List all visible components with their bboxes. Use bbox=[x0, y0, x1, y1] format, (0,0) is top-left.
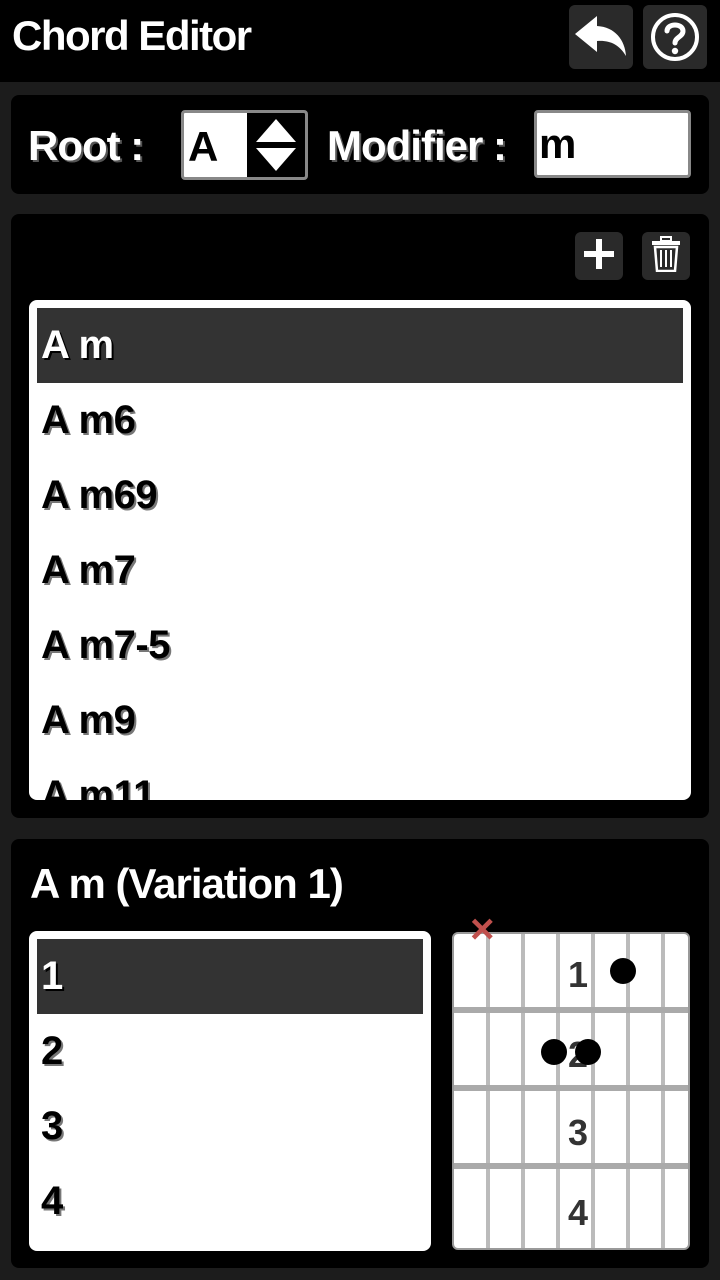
list-item[interactable]: A m11 bbox=[37, 758, 683, 800]
list-item[interactable]: 4 bbox=[37, 1164, 423, 1239]
spinner-arrows-icon[interactable] bbox=[247, 113, 305, 177]
app-header: Chord Editor bbox=[0, 0, 720, 82]
list-item[interactable]: A m7 bbox=[37, 533, 683, 608]
trash-icon bbox=[651, 235, 681, 277]
root-value: A bbox=[188, 123, 219, 170]
list-item[interactable]: 1 bbox=[37, 939, 423, 1014]
list-item[interactable]: A m6 bbox=[37, 383, 683, 458]
variation-list[interactable]: 1 2 3 4 bbox=[29, 931, 431, 1251]
delete-chord-button[interactable] bbox=[642, 232, 690, 280]
muted-string-marker: × bbox=[470, 905, 495, 952]
modifier-label: Modifier : bbox=[327, 122, 507, 169]
plus-icon bbox=[582, 237, 616, 276]
list-item[interactable]: 3 bbox=[37, 1089, 423, 1164]
finger-dot bbox=[541, 1039, 567, 1065]
list-item[interactable]: A m9 bbox=[37, 683, 683, 758]
finger-overlay bbox=[541, 958, 636, 1065]
chord-list[interactable]: A m A m6 A m69 A m7 A m7-5 A m9 A m11 bbox=[29, 300, 691, 800]
finger-dot bbox=[575, 1039, 601, 1065]
undo-arrow-icon bbox=[573, 14, 629, 60]
list-item[interactable]: A m bbox=[37, 308, 683, 383]
add-chord-button[interactable] bbox=[575, 232, 623, 280]
fretboard-diagram[interactable]: 1 2 3 4 bbox=[452, 932, 690, 1250]
page-title: Chord Editor bbox=[12, 12, 252, 59]
root-label: Root : bbox=[28, 122, 144, 169]
modifier-input[interactable] bbox=[534, 110, 691, 178]
back-button[interactable] bbox=[569, 5, 633, 69]
variation-title: A m (Variation 1) bbox=[30, 860, 344, 907]
list-item[interactable]: A m69 bbox=[37, 458, 683, 533]
list-item[interactable]: A m7-5 bbox=[37, 608, 683, 683]
finger-dot bbox=[610, 958, 636, 984]
list-item[interactable]: 2 bbox=[37, 1014, 423, 1089]
root-spinner[interactable]: A bbox=[181, 110, 308, 180]
help-button[interactable] bbox=[643, 5, 707, 69]
question-circle-icon bbox=[649, 11, 701, 63]
